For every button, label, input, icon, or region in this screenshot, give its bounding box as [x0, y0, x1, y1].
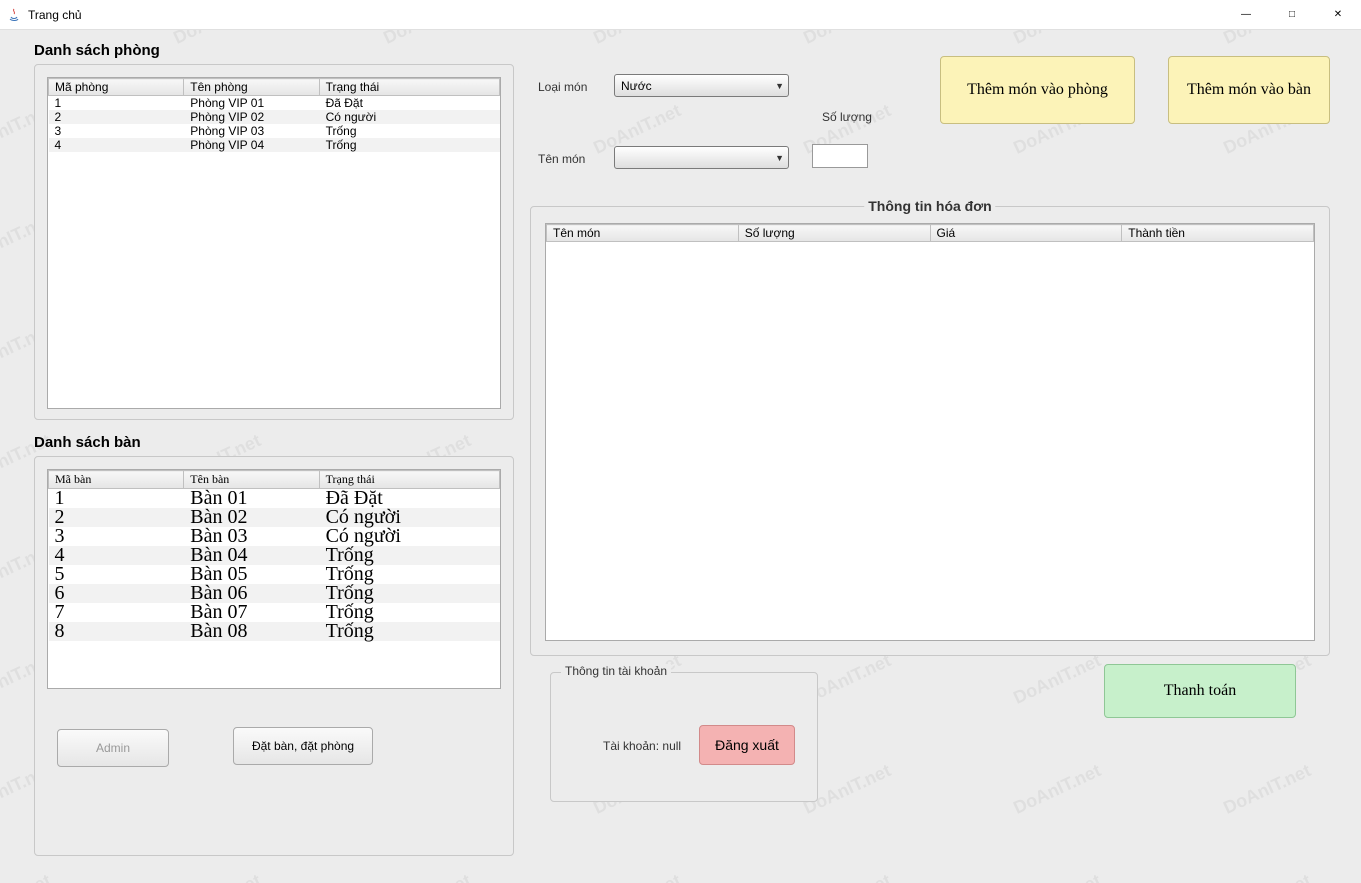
tables-table[interactable]: Mã bàn Tên bàn Trạng thái 1Bàn 01Đã Đặt2… [48, 470, 500, 641]
invoice-col-total[interactable]: Thành tiền [1122, 225, 1314, 242]
tables-section-title: Danh sách bàn [34, 434, 141, 451]
table-row[interactable]: 1Bàn 01Đã Đặt [49, 489, 500, 509]
rooms-col-name[interactable]: Tên phòng [184, 79, 319, 96]
rooms-groupbox: Mã phòng Tên phòng Trạng thái 1Phòng VIP… [34, 64, 514, 420]
name-select[interactable]: ▼ [614, 146, 789, 169]
type-label: Loại món [538, 80, 587, 94]
table-row[interactable]: 2Phòng VIP 02Có người [49, 110, 500, 124]
account-groupbox: Thông tin tài khoản Tài khoản: null Đăng… [550, 672, 818, 802]
tables-col-id[interactable]: Mã bàn [49, 471, 184, 489]
table-row[interactable]: 4Bàn 04Trống [49, 546, 500, 565]
close-button[interactable]: ✕ [1315, 0, 1361, 30]
admin-button[interactable]: Admin [57, 729, 169, 767]
tables-col-status[interactable]: Trạng thái [319, 471, 499, 489]
chevron-down-icon: ▼ [775, 81, 784, 91]
qty-label: Số lượng [822, 110, 872, 124]
rooms-col-status[interactable]: Trạng thái [319, 79, 499, 96]
account-title: Thông tin tài khoản [561, 664, 671, 678]
account-label: Tài khoản: null [603, 739, 681, 753]
invoice-table[interactable]: Tên món Số lượng Giá Thành tiền [546, 224, 1314, 242]
table-row[interactable]: 1Phòng VIP 01Đã Đặt [49, 96, 500, 111]
java-icon [6, 7, 22, 23]
logout-button[interactable]: Đăng xuất [699, 725, 795, 765]
rooms-section-title: Danh sách phòng [34, 42, 160, 59]
chevron-down-icon: ▼ [775, 153, 784, 163]
table-row[interactable]: 4Phòng VIP 04Trống [49, 138, 500, 152]
table-row[interactable]: 3Bàn 03Có người [49, 527, 500, 546]
maximize-button[interactable]: □ [1269, 0, 1315, 30]
rooms-col-id[interactable]: Mã phòng [49, 79, 184, 96]
pay-button[interactable]: Thanh toán [1104, 664, 1296, 718]
table-row[interactable]: 8Bàn 08Trống [49, 622, 500, 641]
tables-col-name[interactable]: Tên bàn [184, 471, 319, 489]
add-to-room-button[interactable]: Thêm món vào phòng [940, 56, 1135, 124]
table-row[interactable]: 7Bàn 07Trống [49, 603, 500, 622]
qty-input[interactable] [812, 144, 868, 168]
table-row[interactable]: 3Phòng VIP 03Trống [49, 124, 500, 138]
add-to-table-button[interactable]: Thêm món vào bàn [1168, 56, 1330, 124]
invoice-groupbox: Thông tin hóa đơn Tên món Số lượng Giá T… [530, 206, 1330, 656]
reserve-button[interactable]: Đặt bàn, đặt phòng [233, 727, 373, 765]
tables-groupbox: Mã bàn Tên bàn Trạng thái 1Bàn 01Đã Đặt2… [34, 456, 514, 856]
titlebar: Trang chủ — □ ✕ [0, 0, 1361, 30]
type-select[interactable]: Nước ▼ [614, 74, 789, 97]
table-row[interactable]: 2Bàn 02Có người [49, 508, 500, 527]
invoice-col-name[interactable]: Tên món [547, 225, 739, 242]
invoice-col-qty[interactable]: Số lượng [738, 225, 930, 242]
window-title: Trang chủ [28, 8, 82, 22]
name-label: Tên món [538, 152, 585, 166]
minimize-button[interactable]: — [1223, 0, 1269, 30]
type-select-value: Nước [621, 79, 652, 93]
table-row[interactable]: 6Bàn 06Trống [49, 584, 500, 603]
invoice-title: Thông tin hóa đơn [864, 198, 995, 214]
rooms-table[interactable]: Mã phòng Tên phòng Trạng thái 1Phòng VIP… [48, 78, 500, 152]
table-row[interactable]: 5Bàn 05Trống [49, 565, 500, 584]
invoice-col-price[interactable]: Giá [930, 225, 1122, 242]
